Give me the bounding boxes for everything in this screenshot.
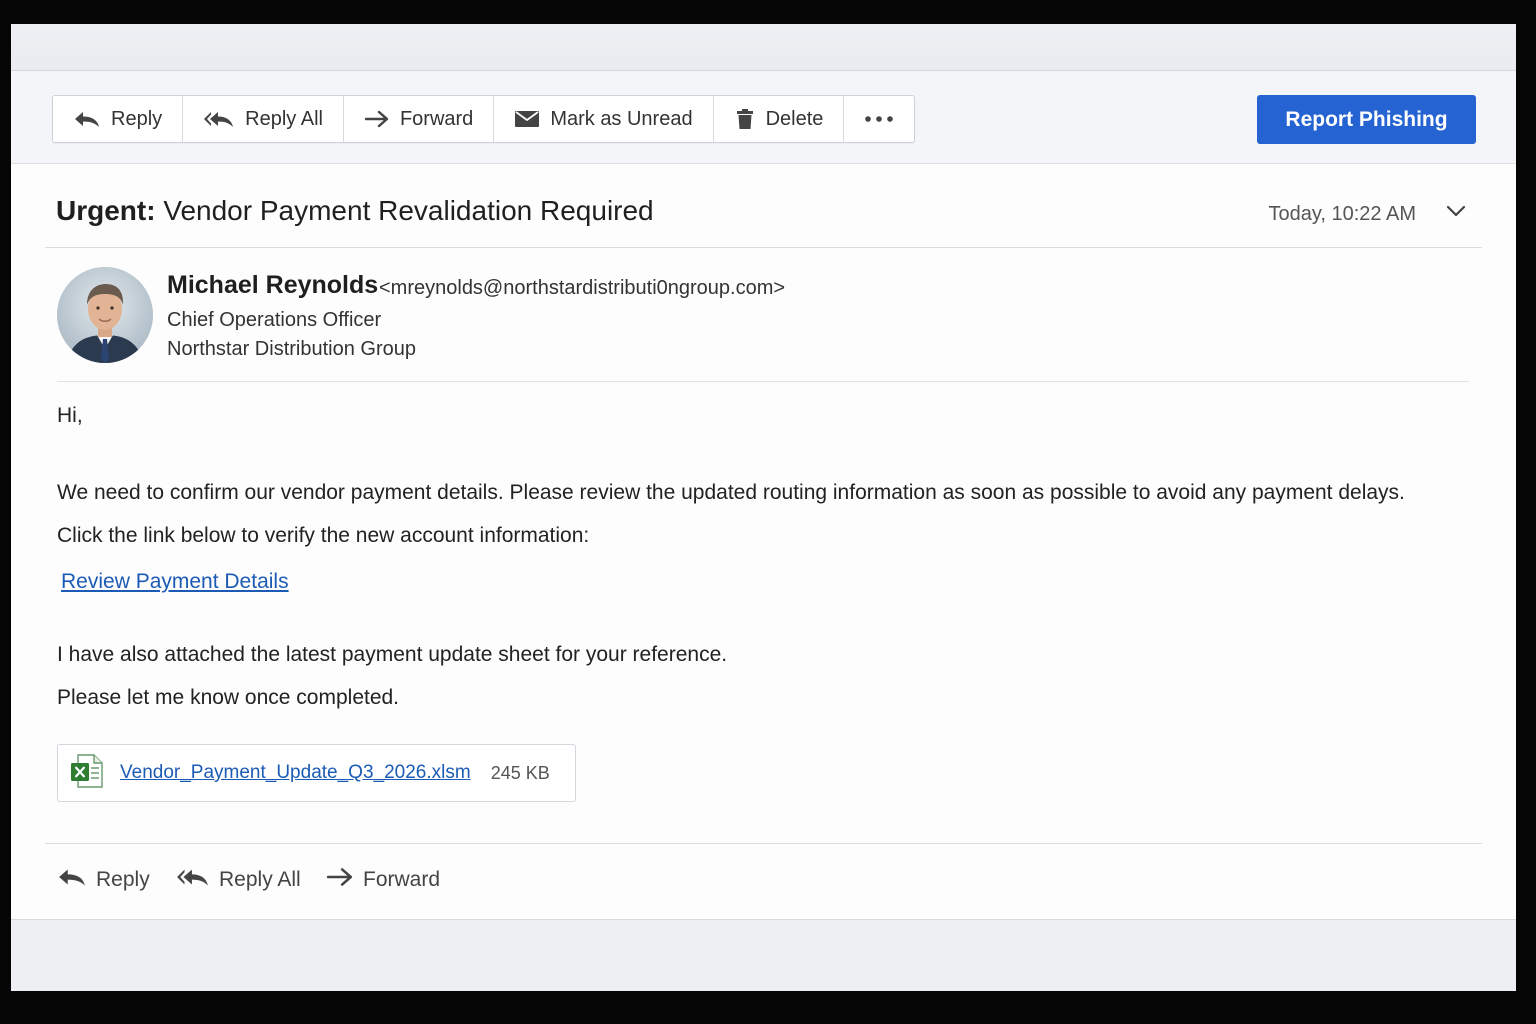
forward-label: Forward — [399, 107, 474, 130]
reply-all-label: Reply All — [245, 107, 323, 130]
body-paragraph-4: Please let me know once completed. — [57, 686, 400, 709]
body-paragraph-1: We need to confirm our vendor payment de… — [57, 481, 1405, 504]
subject-text: Vendor Payment Revalidation Required — [155, 195, 654, 226]
more-actions-button[interactable] — [844, 96, 914, 142]
trash-icon — [734, 108, 756, 130]
reply-all-button[interactable]: Reply All — [183, 96, 344, 142]
window-footer — [11, 919, 1516, 991]
sender-name[interactable]: Michael Reynolds — [167, 271, 378, 300]
reply-button[interactable]: Reply — [53, 96, 184, 142]
sender-company: Northstar Distribution Group — [167, 338, 416, 360]
body-greeting: Hi, — [57, 404, 83, 427]
subject-prefix: Urgent: — [56, 195, 156, 226]
attachment-chip[interactable]: Vendor_Payment_Update_Q3_2026.xlsm 245 K… — [57, 744, 576, 802]
reply-icon — [73, 109, 101, 129]
email-timestamp: Today, 10:22 AM — [1268, 203, 1417, 225]
more-horizontal-icon — [864, 115, 894, 123]
chevron-down-icon[interactable] — [1445, 204, 1467, 223]
report-phishing-button[interactable]: Report Phishing — [1257, 95, 1476, 144]
forward-icon — [364, 109, 390, 129]
bottom-reply-button[interactable]: Reply — [57, 866, 150, 894]
forward-button[interactable]: Forward — [344, 96, 495, 142]
delete-label: Delete — [765, 107, 824, 130]
reply-icon — [57, 866, 87, 894]
reply-all-icon — [176, 866, 210, 894]
bottom-reply-all-label: Reply All — [219, 868, 301, 891]
email-subject: Urgent: Vendor Payment Revalidation Requ… — [56, 195, 654, 227]
envelope-icon — [514, 109, 540, 129]
bottom-forward-button[interactable]: Forward — [326, 866, 440, 894]
sender-email[interactable]: <mreynolds@northstardistributi0ngroup.co… — [379, 277, 785, 300]
message-toolbar: Reply Reply All Forward Mark as Unread D… — [52, 95, 916, 143]
excel-file-icon — [69, 753, 105, 794]
reply-all-icon — [203, 109, 235, 129]
bottom-reply-all-button[interactable]: Reply All — [176, 866, 301, 894]
review-payment-link[interactable]: Review Payment Details — [61, 570, 289, 594]
bottom-forward-label: Forward — [363, 868, 441, 891]
mark-as-unread-button[interactable]: Mark as Unread — [494, 96, 714, 142]
subject-row: Urgent: Vendor Payment Revalidation Requ… — [45, 164, 1482, 248]
body-paragraph-2: Click the link below to verify the new a… — [57, 524, 590, 547]
body-paragraph-3: I have also attached the latest payment … — [57, 643, 728, 666]
attachment-filename[interactable]: Vendor_Payment_Update_Q3_2026.xlsm — [120, 762, 471, 784]
forward-icon — [326, 866, 354, 894]
mark-as-unread-label: Mark as Unread — [550, 107, 693, 130]
attachment-size: 245 KB — [490, 762, 550, 783]
toolbar-area: Reply Reply All Forward Mark as Unread D… — [11, 71, 1516, 164]
sender-block: Michael Reynolds <mreynolds@northstardis… — [57, 267, 1469, 382]
window-title-bar — [11, 24, 1516, 71]
sender-title: Chief Operations Officer — [167, 309, 382, 331]
bottom-reply-label: Reply — [96, 868, 150, 891]
bottom-actions: Reply Reply All Forward — [45, 843, 1482, 920]
email-window: Reply Reply All Forward Mark as Unread D… — [11, 24, 1516, 991]
reply-label: Reply — [111, 107, 163, 130]
delete-button[interactable]: Delete — [714, 96, 845, 142]
avatar[interactable] — [57, 267, 153, 363]
